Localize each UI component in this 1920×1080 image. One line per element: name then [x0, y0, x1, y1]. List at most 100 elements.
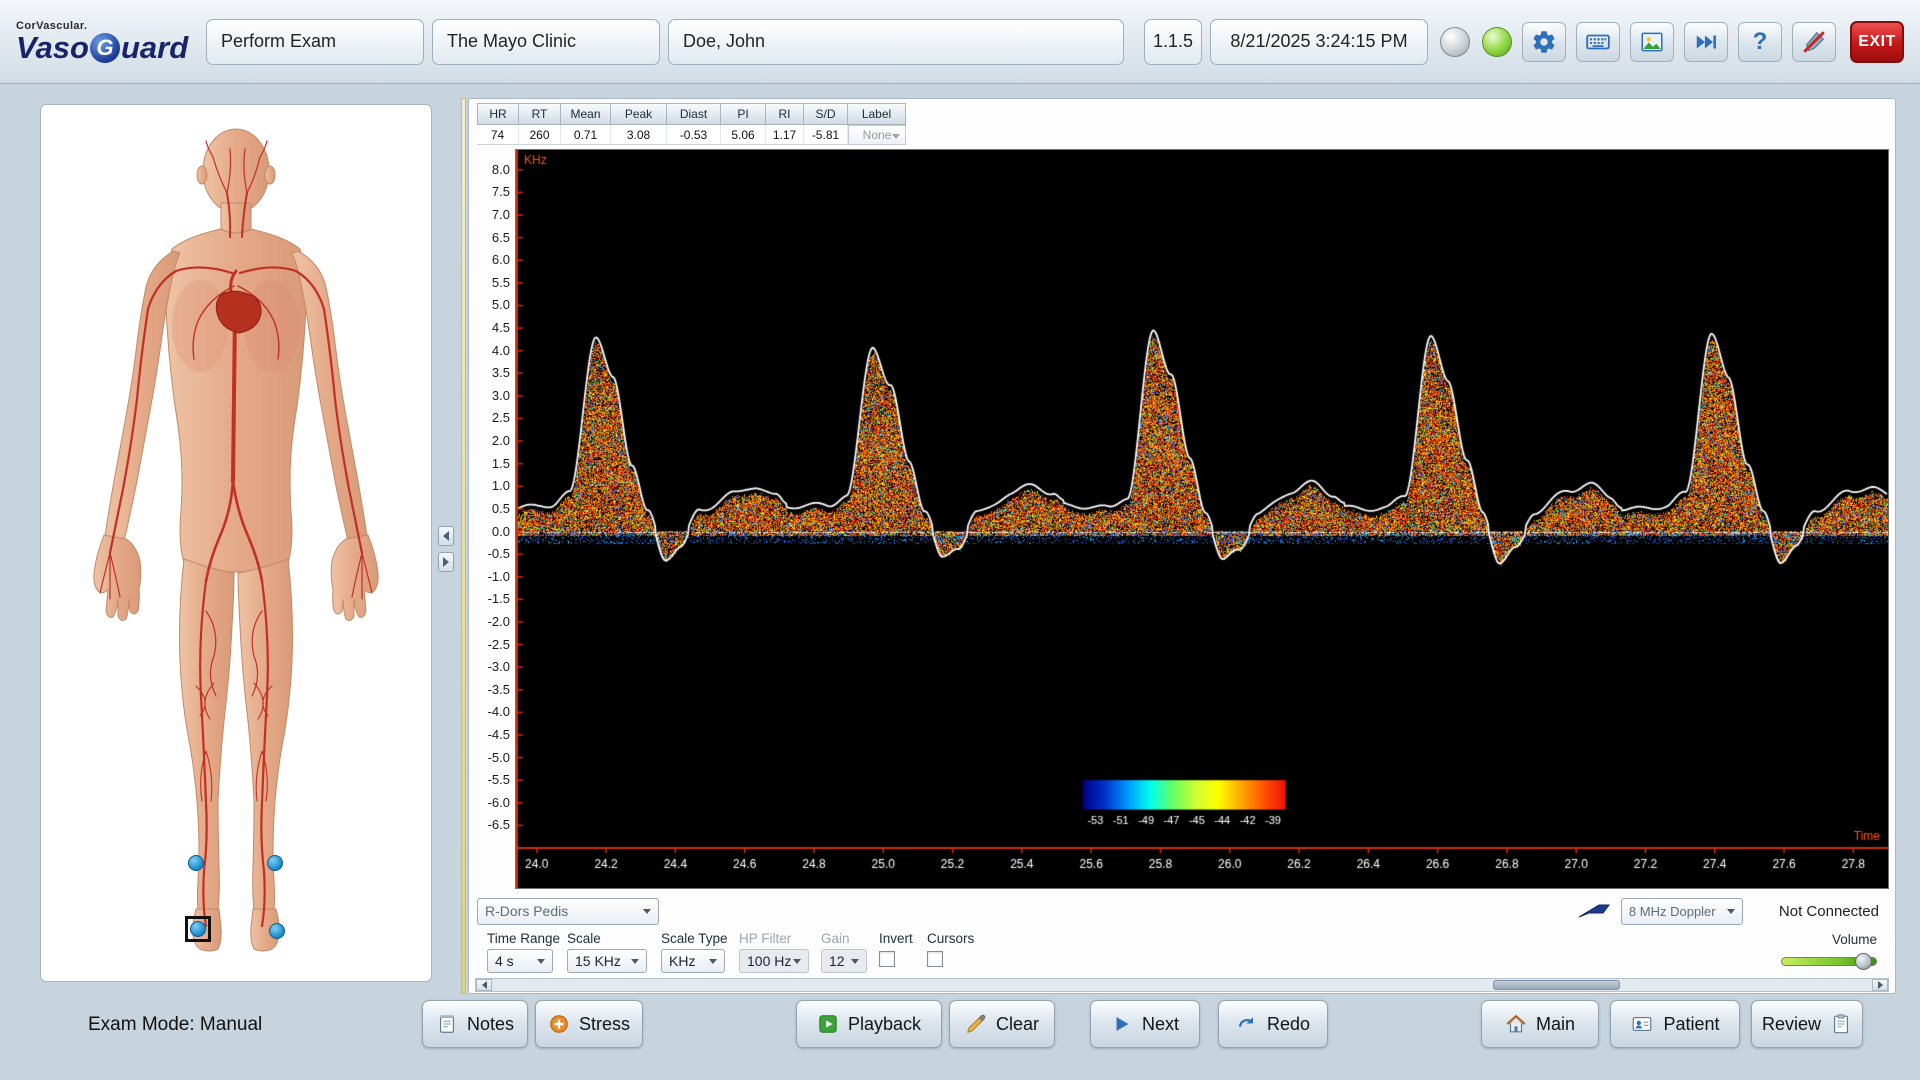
scale-type-select[interactable]: KHz — [661, 949, 725, 973]
datetime-label: 8/21/2025 3:24:15 PM — [1210, 18, 1428, 65]
meas-header: S/D — [804, 103, 848, 125]
y-tick-label: 4.5 — [491, 320, 510, 336]
main-button[interactable]: Main — [1481, 1000, 1599, 1048]
body-diagram — [48, 111, 425, 975]
y-tick-label: 0.0 — [491, 523, 510, 539]
body-site-marker-l-foot[interactable] — [268, 923, 285, 939]
exam-site-select[interactable]: R-Dors Pedis — [477, 897, 659, 925]
redo-button[interactable]: Redo — [1218, 1000, 1328, 1048]
clear-button[interactable]: Clear — [949, 1000, 1055, 1048]
exam-mode-field[interactable]: Perform Exam — [206, 18, 424, 65]
probe-disconnect-button[interactable] — [1792, 21, 1836, 62]
y-tick-label: -0.5 — [487, 546, 510, 562]
y-tick-label: 5.0 — [491, 297, 510, 313]
gain-value: 12 — [829, 953, 845, 969]
review-label: Review — [1761, 1013, 1822, 1034]
patient-button[interactable]: Patient — [1610, 1000, 1740, 1048]
scale-type-label: Scale Type — [661, 931, 728, 946]
meas-header: Diast — [667, 103, 721, 125]
transfer-button[interactable] — [1684, 21, 1728, 62]
label-select[interactable]: None — [848, 125, 906, 145]
next-label: Next — [1141, 1013, 1179, 1034]
meas-header: Peak — [611, 103, 667, 125]
acquisition-controls: Time Range 4 s Scale 15 KHz Scale Type K… — [475, 931, 1889, 977]
exit-button[interactable]: EXIT — [1850, 20, 1904, 63]
scrollbar-thumb[interactable] — [1492, 980, 1620, 990]
invert-checkbox[interactable] — [879, 951, 895, 967]
scale-type-control: Scale Type KHz — [661, 931, 728, 973]
body-site-marker-r-ankle[interactable] — [187, 855, 204, 871]
horizontal-scrollbar[interactable] — [475, 978, 1889, 992]
probe-select[interactable]: 8 MHz Doppler — [1620, 897, 1743, 925]
panel-resize-strip[interactable] — [461, 98, 466, 994]
site-marker-overlay — [48, 111, 425, 975]
status-light-active[interactable] — [1482, 26, 1512, 57]
main-label: Main — [1535, 1013, 1575, 1034]
measurements-table: HR RT Mean Peak Diast PI RI S/D Label 74 260 0.71 3… — [477, 103, 906, 145]
probe-value: 8 MHz Doppler — [1628, 903, 1716, 919]
next-button[interactable]: Next — [1090, 1000, 1200, 1048]
clinic-field[interactable]: The Mayo Clinic — [432, 18, 660, 65]
clear-label: Clear — [995, 1013, 1039, 1034]
notes-button[interactable]: Notes — [422, 1000, 528, 1048]
y-tick-label: 6.0 — [491, 252, 510, 268]
exam-mode-status: Exam Mode: Manual — [88, 1014, 263, 1035]
chevron-down-icon — [643, 908, 651, 914]
expand-right-button[interactable] — [438, 552, 454, 572]
time-range-label: Time Range — [487, 931, 561, 946]
datetime-text: 8/21/2025 3:24:15 PM — [1230, 31, 1408, 51]
brand-g-badge: G — [89, 32, 120, 63]
time-range-value: 4 s — [495, 953, 514, 969]
meas-value: 5.06 — [721, 125, 766, 145]
body-site-marker-r-foot[interactable] — [189, 921, 206, 937]
playback-button[interactable]: Playback — [796, 1000, 942, 1048]
stress-button[interactable]: Stress — [535, 1000, 643, 1048]
y-tick-label: -5.0 — [487, 749, 510, 765]
y-tick-label: 1.0 — [491, 478, 510, 494]
y-tick-label: 7.5 — [491, 184, 510, 200]
meas-header: Label — [848, 103, 906, 125]
spectral-canvas[interactable] — [516, 150, 1888, 888]
volume-slider[interactable] — [1781, 953, 1877, 970]
bottom-toolbar: Exam Mode: Manual Notes Stress Playback … — [0, 996, 1920, 1062]
review-button[interactable]: Review — [1751, 1000, 1863, 1048]
clinic-text: The Mayo Clinic — [447, 31, 577, 51]
patient-field[interactable]: Doe, John — [668, 18, 1124, 65]
scroll-right-button[interactable] — [1872, 979, 1888, 991]
gear-icon — [1533, 30, 1555, 53]
patient-text: Doe, John — [683, 31, 766, 51]
collapse-left-button[interactable] — [438, 526, 454, 546]
playback-label: Playback — [847, 1013, 922, 1034]
image-icon — [1641, 32, 1663, 51]
keyboard-button[interactable] — [1576, 21, 1620, 62]
patient-card-icon — [1633, 1016, 1652, 1032]
y-tick-label: 3.5 — [491, 365, 510, 381]
scale-select[interactable]: 15 KHz — [567, 949, 647, 973]
version-text: 1.1.5 — [1152, 31, 1194, 51]
spectral-display[interactable] — [515, 149, 1889, 889]
body-site-marker-l-ankle[interactable] — [266, 855, 283, 871]
brand-suffix: uard — [120, 30, 189, 65]
next-arrow-icon — [1116, 1017, 1129, 1031]
time-range-select[interactable]: 4 s — [487, 949, 553, 973]
scroll-left-button[interactable] — [476, 979, 492, 991]
chevron-down-icon — [851, 958, 859, 964]
help-button[interactable]: ? — [1738, 21, 1782, 62]
meas-value: 0.71 — [561, 125, 611, 145]
y-tick-label: -1.5 — [487, 591, 510, 607]
chevron-down-icon — [709, 958, 717, 964]
keyboard-icon — [1586, 34, 1610, 49]
image-capture-button[interactable] — [1630, 21, 1674, 62]
settings-button[interactable] — [1522, 21, 1566, 62]
meas-value: 3.08 — [611, 125, 667, 145]
cursors-label: Cursors — [927, 931, 975, 946]
meas-value: -0.53 — [667, 125, 721, 145]
meas-value: -5.81 — [804, 125, 848, 145]
y-tick-label: 2.5 — [491, 410, 510, 426]
status-light-inactive[interactable] — [1440, 26, 1470, 57]
panel-splitter[interactable] — [434, 104, 464, 982]
y-tick-label: -4.5 — [487, 726, 510, 742]
chevron-down-icon — [631, 958, 639, 964]
volume-slider-thumb[interactable] — [1854, 953, 1872, 970]
cursors-checkbox[interactable] — [927, 951, 943, 967]
